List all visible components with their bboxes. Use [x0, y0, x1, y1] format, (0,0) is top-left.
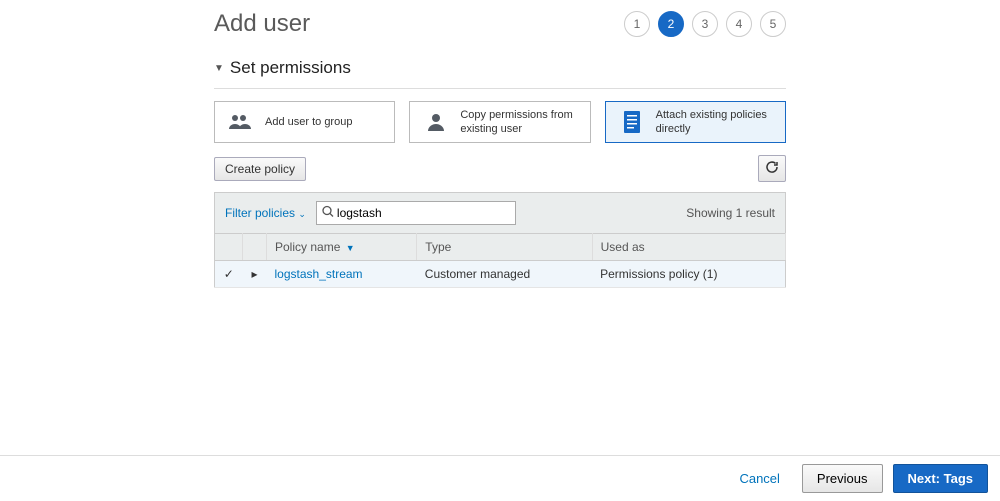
wizard-steps: 1 2 3 4 5: [624, 11, 786, 37]
refresh-button[interactable]: [758, 155, 786, 182]
step-5[interactable]: 5: [760, 11, 786, 37]
row-expand[interactable]: ▸: [243, 261, 267, 288]
policy-used-as: Permissions policy (1): [592, 261, 785, 288]
filter-policies-dropdown[interactable]: Filter policies ⌄: [225, 206, 306, 220]
step-3[interactable]: 3: [692, 11, 718, 37]
caret-right-icon: ▸: [251, 267, 257, 281]
column-type[interactable]: Type: [417, 234, 592, 261]
column-used-as[interactable]: Used as: [592, 234, 785, 261]
option-copy-permissions[interactable]: Copy permissions from existing user: [409, 101, 590, 143]
refresh-icon: [765, 163, 779, 177]
policy-type: Customer managed: [417, 261, 592, 288]
previous-button[interactable]: Previous: [802, 464, 883, 493]
permissions-section-toggle[interactable]: ▼ Set permissions: [214, 58, 786, 78]
option-label: Add user to group: [265, 115, 352, 129]
option-label: Attach existing policies directly: [656, 108, 773, 137]
page-title: Add user: [214, 10, 310, 38]
option-attach-policies[interactable]: Attach existing policies directly: [605, 101, 786, 143]
step-2[interactable]: 2: [658, 11, 684, 37]
users-group-icon: [227, 110, 255, 134]
step-1[interactable]: 1: [624, 11, 650, 37]
result-count: Showing 1 result: [686, 206, 775, 220]
check-icon: ✓: [224, 267, 234, 281]
divider: [214, 88, 786, 89]
cancel-button[interactable]: Cancel: [727, 465, 791, 492]
option-add-to-group[interactable]: Add user to group: [214, 101, 395, 143]
policy-name-link[interactable]: logstash_stream: [267, 261, 417, 288]
permissions-section-title: Set permissions: [230, 58, 351, 78]
wizard-footer: Cancel Previous Next: Tags: [0, 455, 1000, 501]
table-row: ✓ ▸ logstash_stream Customer managed Per…: [215, 261, 786, 288]
filter-label-text: Filter policies: [225, 206, 295, 220]
create-policy-button[interactable]: Create policy: [214, 157, 306, 181]
document-icon: [618, 110, 646, 134]
search-input[interactable]: [316, 201, 516, 225]
user-icon: [422, 110, 450, 134]
filter-bar: Filter policies ⌄ Showing 1 result: [214, 192, 786, 233]
option-label: Copy permissions from existing user: [460, 108, 577, 137]
row-checkbox[interactable]: ✓: [215, 261, 243, 288]
chevron-down-icon: ⌄: [298, 209, 306, 219]
search-icon: [322, 206, 334, 221]
next-button[interactable]: Next: Tags: [893, 464, 989, 493]
sort-asc-icon: ▼: [346, 243, 355, 253]
step-4[interactable]: 4: [726, 11, 752, 37]
column-policy-name[interactable]: Policy name ▼: [267, 234, 417, 261]
column-label: Policy name: [275, 240, 340, 254]
expand-header: [243, 234, 267, 261]
policies-table: Policy name ▼ Type Used as ✓ ▸ logstash_…: [214, 233, 786, 288]
checkbox-header: [215, 234, 243, 261]
caret-down-icon: ▼: [214, 63, 224, 74]
